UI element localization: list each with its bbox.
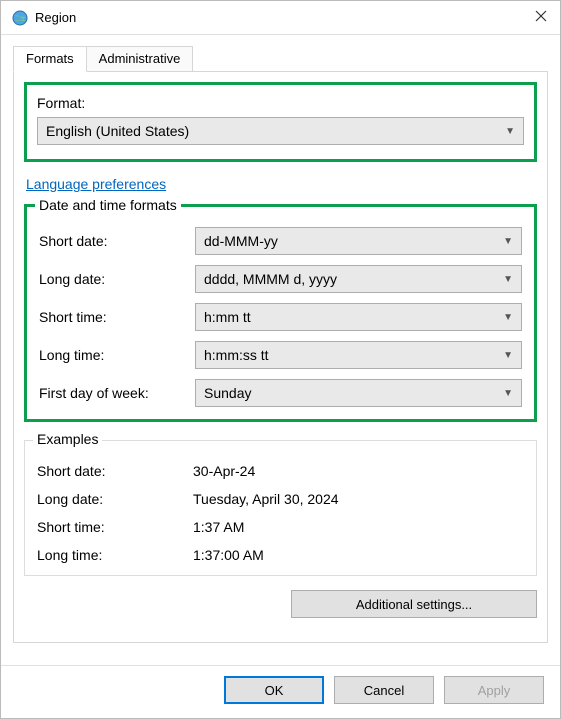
examples-legend: Examples — [33, 431, 102, 447]
chevron-down-icon: ▼ — [503, 274, 513, 285]
example-long-time-value: 1:37:00 AM — [193, 547, 264, 563]
chevron-down-icon: ▼ — [505, 126, 515, 137]
tab-content-formats: Format: English (United States) ▼ Langua… — [13, 71, 548, 643]
first-day-value: Sunday — [204, 385, 251, 401]
long-date-value: dddd, MMMM d, yyyy — [204, 271, 337, 287]
dialog-buttons: OK Cancel Apply — [1, 665, 560, 718]
datetime-legend: Date and time formats — [35, 197, 181, 213]
language-preferences-link[interactable]: Language preferences — [26, 176, 535, 192]
datetime-formats-group: Date and time formats Short date: dd-MMM… — [24, 204, 537, 422]
example-short-time-value: 1:37 AM — [193, 519, 244, 535]
tab-formats[interactable]: Formats — [13, 46, 87, 72]
row-long-time: Long time: h:mm:ss tt ▼ — [39, 341, 522, 369]
format-select[interactable]: English (United States) ▼ — [37, 117, 524, 145]
example-row-short-time: Short time: 1:37 AM — [37, 519, 524, 535]
chevron-down-icon: ▼ — [503, 350, 513, 361]
example-long-date-value: Tuesday, April 30, 2024 — [193, 491, 339, 507]
title-bar: Region — [1, 1, 560, 35]
close-button[interactable] — [534, 9, 552, 26]
long-date-select[interactable]: dddd, MMMM d, yyyy ▼ — [195, 265, 522, 293]
examples-group: Examples Short date: 30-Apr-24 Long date… — [24, 440, 537, 576]
first-day-select[interactable]: Sunday ▼ — [195, 379, 522, 407]
example-short-time-label: Short time: — [37, 519, 193, 535]
tab-administrative[interactable]: Administrative — [87, 46, 194, 72]
example-long-date-label: Long date: — [37, 491, 193, 507]
first-day-label: First day of week: — [39, 385, 195, 401]
short-time-select[interactable]: h:mm tt ▼ — [195, 303, 522, 331]
chevron-down-icon: ▼ — [503, 388, 513, 399]
example-row-long-time: Long time: 1:37:00 AM — [37, 547, 524, 563]
chevron-down-icon: ▼ — [503, 236, 513, 247]
short-time-label: Short time: — [39, 309, 195, 325]
short-time-value: h:mm tt — [204, 309, 251, 325]
chevron-down-icon: ▼ — [503, 312, 513, 323]
example-short-date-label: Short date: — [37, 463, 193, 479]
long-date-label: Long date: — [39, 271, 195, 287]
example-long-time-label: Long time: — [37, 547, 193, 563]
short-date-label: Short date: — [39, 233, 195, 249]
cancel-button[interactable]: Cancel — [334, 676, 434, 704]
close-icon — [534, 9, 548, 23]
tabs: Formats Administrative — [13, 45, 548, 71]
row-short-time: Short time: h:mm tt ▼ — [39, 303, 522, 331]
row-first-day: First day of week: Sunday ▼ — [39, 379, 522, 407]
short-date-select[interactable]: dd-MMM-yy ▼ — [195, 227, 522, 255]
row-long-date: Long date: dddd, MMMM d, yyyy ▼ — [39, 265, 522, 293]
long-time-value: h:mm:ss tt — [204, 347, 269, 363]
example-short-date-value: 30-Apr-24 — [193, 463, 255, 479]
region-icon — [11, 9, 29, 27]
format-label: Format: — [37, 95, 524, 111]
apply-button[interactable]: Apply — [444, 676, 544, 704]
format-section: Format: English (United States) ▼ — [24, 82, 537, 162]
short-date-value: dd-MMM-yy — [204, 233, 278, 249]
example-row-short-date: Short date: 30-Apr-24 — [37, 463, 524, 479]
long-time-label: Long time: — [39, 347, 195, 363]
example-row-long-date: Long date: Tuesday, April 30, 2024 — [37, 491, 524, 507]
format-select-value: English (United States) — [46, 123, 189, 139]
window-title: Region — [35, 10, 534, 25]
additional-settings-row: Additional settings... — [24, 590, 537, 618]
additional-settings-button[interactable]: Additional settings... — [291, 590, 537, 618]
long-time-select[interactable]: h:mm:ss tt ▼ — [195, 341, 522, 369]
row-short-date: Short date: dd-MMM-yy ▼ — [39, 227, 522, 255]
ok-button[interactable]: OK — [224, 676, 324, 704]
